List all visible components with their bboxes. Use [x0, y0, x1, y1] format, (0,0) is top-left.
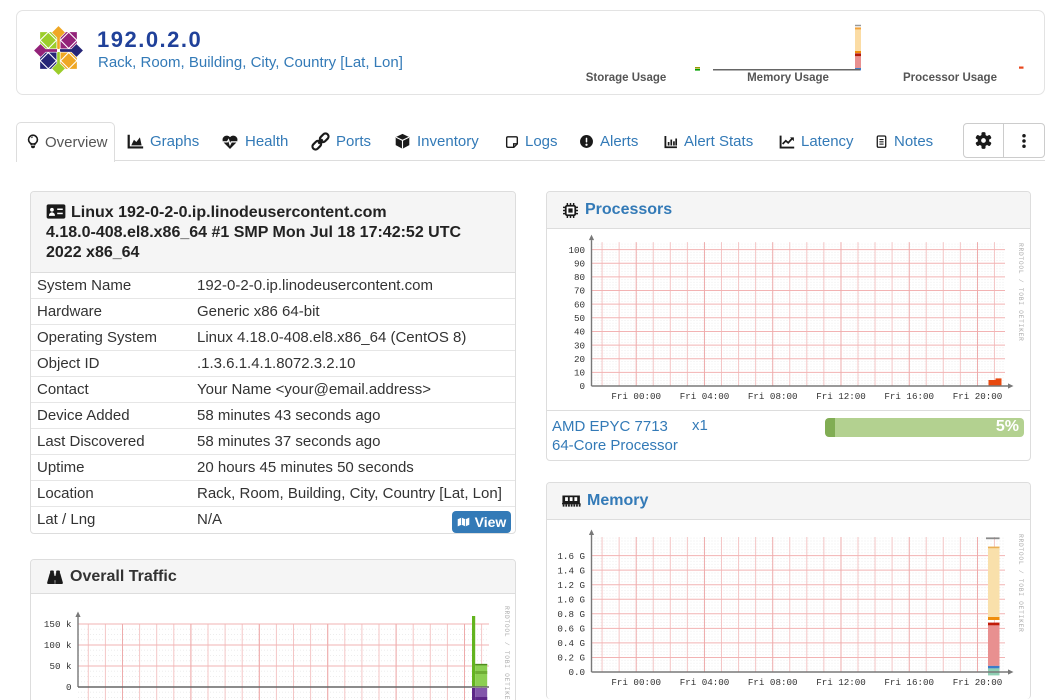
- svg-text:Fri 12:00: Fri 12:00: [816, 677, 866, 688]
- svg-text:70: 70: [574, 286, 585, 297]
- svg-text:50: 50: [574, 313, 585, 324]
- svg-text:100: 100: [568, 245, 585, 256]
- svg-text:0.2 G: 0.2 G: [557, 653, 585, 664]
- svg-text:Fri 20:00: Fri 20:00: [953, 677, 1003, 688]
- svg-text:0.4 G: 0.4 G: [557, 638, 585, 649]
- svg-text:RRDTOOL / TOBI OETIKER: RRDTOOL / TOBI OETIKER: [503, 606, 510, 700]
- svg-text:40: 40: [574, 327, 585, 338]
- svg-text:30: 30: [574, 340, 585, 351]
- svg-text:Fri 00:00: Fri 00:00: [611, 391, 661, 402]
- svg-text:0.8 G: 0.8 G: [557, 609, 585, 620]
- svg-text:60: 60: [574, 299, 585, 310]
- svg-text:0: 0: [66, 682, 72, 693]
- svg-text:Fri 08:00: Fri 08:00: [748, 677, 798, 688]
- svg-text:0: 0: [579, 381, 585, 392]
- svg-text:100 k: 100 k: [44, 640, 72, 651]
- svg-text:0.6 G: 0.6 G: [557, 624, 585, 635]
- svg-text:Fri 04:00: Fri 04:00: [680, 391, 730, 402]
- svg-text:Fri 00:00: Fri 00:00: [611, 677, 661, 688]
- svg-text:80: 80: [574, 272, 585, 283]
- svg-text:Fri 20:00: Fri 20:00: [953, 391, 1003, 402]
- svg-text:1.6 G: 1.6 G: [557, 551, 585, 562]
- svg-text:10: 10: [574, 368, 585, 379]
- svg-text:1.0 G: 1.0 G: [557, 595, 585, 606]
- svg-text:1.2 G: 1.2 G: [557, 580, 585, 591]
- svg-text:RRDTOOL / TOBI OETIKER: RRDTOOL / TOBI OETIKER: [1017, 243, 1024, 342]
- svg-text:Fri 04:00: Fri 04:00: [680, 677, 730, 688]
- svg-text:RRDTOOL / TOBI OETIKER: RRDTOOL / TOBI OETIKER: [1017, 534, 1024, 633]
- svg-text:1.4 G: 1.4 G: [557, 565, 585, 576]
- svg-text:Fri 16:00: Fri 16:00: [884, 677, 934, 688]
- svg-text:50 k: 50 k: [49, 661, 72, 672]
- svg-text:Fri 12:00: Fri 12:00: [816, 391, 866, 402]
- svg-text:90: 90: [574, 258, 585, 269]
- svg-text:20: 20: [574, 354, 585, 365]
- svg-text:Fri 08:00: Fri 08:00: [748, 391, 798, 402]
- svg-text:150 k: 150 k: [44, 619, 72, 630]
- svg-text:0.0: 0.0: [568, 667, 585, 678]
- svg-text:Fri 16:00: Fri 16:00: [884, 391, 934, 402]
